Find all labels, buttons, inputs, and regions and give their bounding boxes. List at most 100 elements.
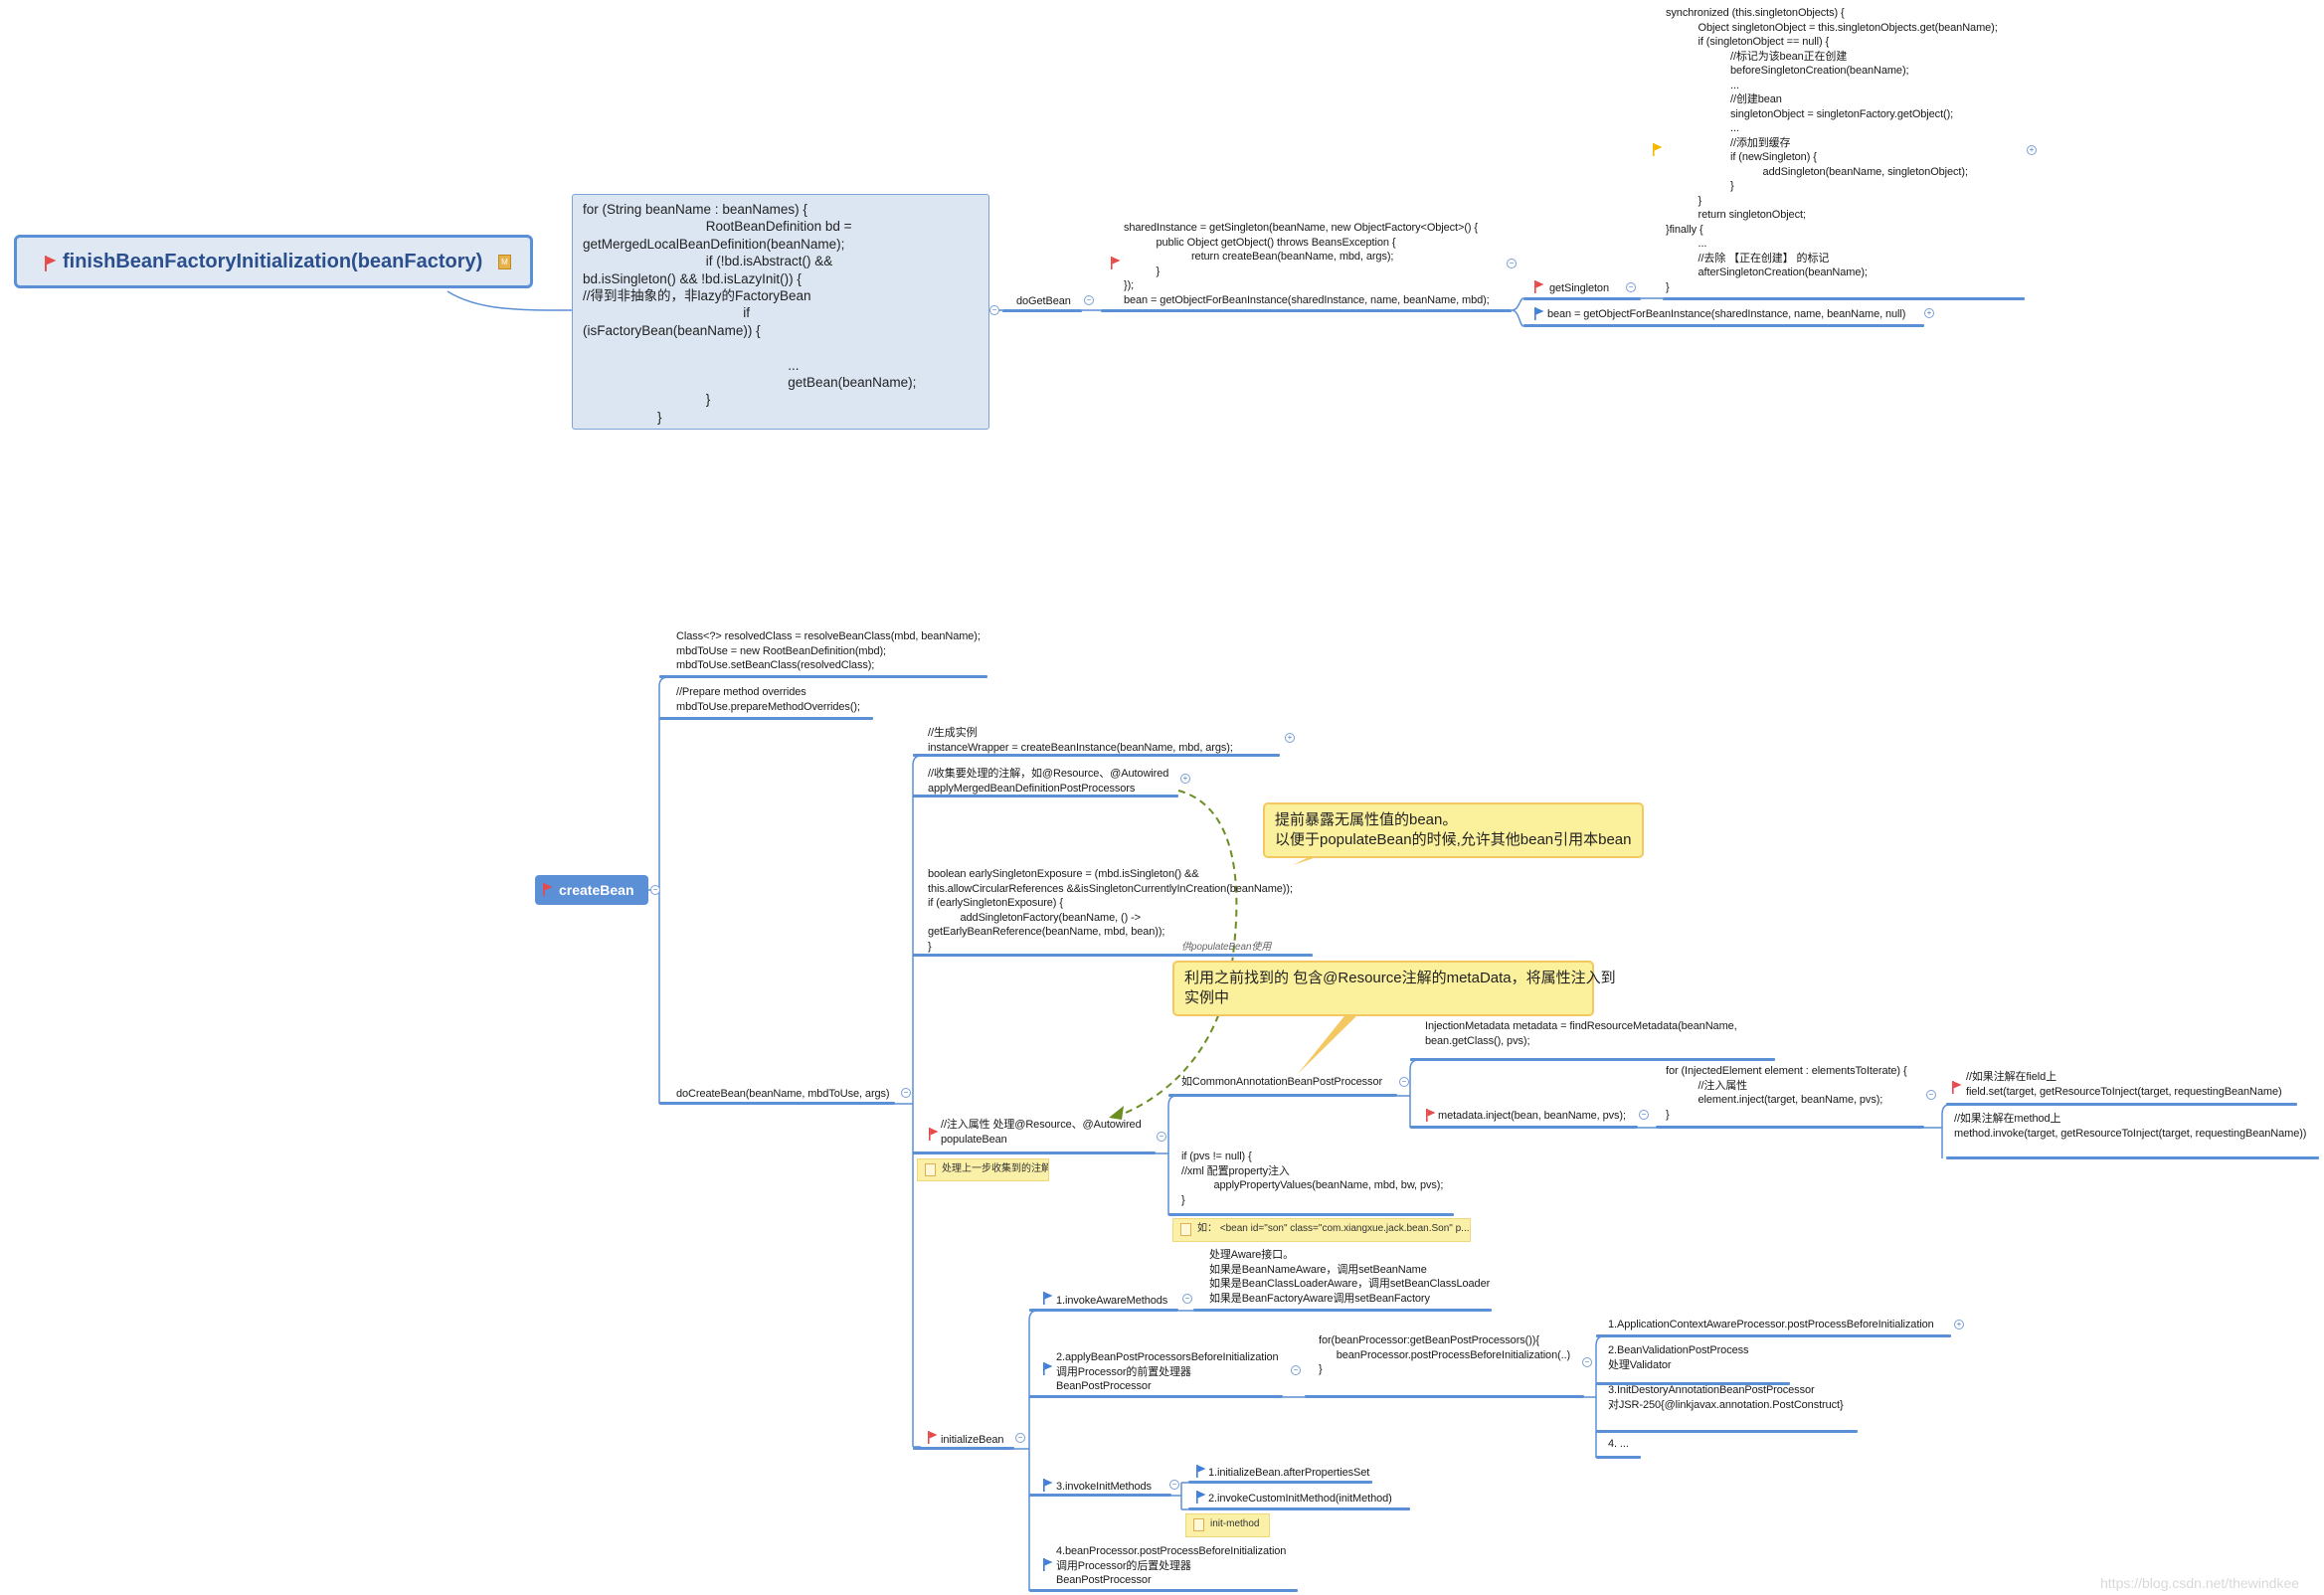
underline bbox=[1410, 1058, 1775, 1061]
processor-item[interactable]: 1.ApplicationContextAwareProcessor.postP… bbox=[1608, 1318, 1934, 1332]
underline bbox=[913, 754, 1280, 757]
underline bbox=[913, 1152, 1156, 1154]
connector-docreatebean-trunk bbox=[895, 755, 922, 1448]
note-text: init-method bbox=[1210, 1518, 1260, 1529]
flag-icon bbox=[1111, 257, 1121, 269]
underline bbox=[659, 675, 987, 678]
watermark: https://blog.csdn.net/thewindkee bbox=[2100, 1575, 2300, 1591]
processor-item[interactable]: 3.InitDestoryAnnotationBeanPostProcessor… bbox=[1608, 1383, 1844, 1412]
node-apply-after[interactable]: 4.beanProcessor.postProcessBeforeInitial… bbox=[1056, 1544, 1286, 1588]
note-icon bbox=[1180, 1223, 1191, 1236]
node-prepare-overrides[interactable]: //Prepare method overrides mbdToUse.prep… bbox=[676, 685, 860, 714]
collapse-icon[interactable]: − bbox=[1182, 1294, 1192, 1304]
underline bbox=[1029, 1589, 1298, 1592]
node-initializebean[interactable]: initializeBean bbox=[941, 1433, 1004, 1448]
node-populatebean[interactable]: //注入属性 处理@Resource、@Autowired populateBe… bbox=[941, 1118, 1142, 1147]
collapse-icon[interactable]: − bbox=[650, 885, 660, 895]
node-get-object-null[interactable]: bean = getObjectForBeanInstance(sharedIn… bbox=[1547, 307, 1905, 322]
expand-icon[interactable]: + bbox=[1285, 733, 1295, 743]
node-apply-before[interactable]: 2.applyBeanPostProcessorsBeforeInitializ… bbox=[1056, 1350, 1279, 1394]
collapse-icon[interactable]: − bbox=[1084, 295, 1094, 305]
expand-icon[interactable]: + bbox=[2027, 145, 2037, 155]
flag-icon bbox=[1534, 280, 1544, 293]
root-node[interactable]: finishBeanFactoryInitialization(beanFact… bbox=[14, 235, 533, 288]
node-before-loop[interactable]: for(beanProcessor:getBeanPostProcessors(… bbox=[1319, 1333, 1570, 1377]
node-aware-desc[interactable]: 处理Aware接口。 如果是BeanNameAware，调用setBeanNam… bbox=[1209, 1248, 1490, 1306]
expand-icon[interactable]: + bbox=[1180, 774, 1190, 784]
collapse-icon[interactable]: − bbox=[1169, 1480, 1179, 1490]
node-method-inject[interactable]: //如果注解在method上 method.invoke(target, get… bbox=[1954, 1112, 2306, 1141]
collapse-icon[interactable]: − bbox=[901, 1088, 911, 1098]
underline bbox=[1946, 1103, 2297, 1106]
node-xml-pvs[interactable]: if (pvs != null) { //xml 配置property注入 ap… bbox=[1181, 1150, 1443, 1207]
underline bbox=[1410, 1126, 1638, 1129]
collapse-icon[interactable]: − bbox=[1926, 1090, 1936, 1100]
collapse-icon[interactable]: − bbox=[1582, 1357, 1592, 1367]
node-shared-instance-code[interactable]: sharedInstance = getSingleton(beanName, … bbox=[1124, 221, 1490, 307]
underline bbox=[913, 1447, 1014, 1450]
node-invoke-aware[interactable]: 1.invokeAwareMethods bbox=[1056, 1294, 1167, 1309]
note-xml[interactable]: 如： <bean id="son" class="com.xiangxue.ja… bbox=[1172, 1218, 1471, 1242]
node-create-instance[interactable]: //生成实例 instanceWrapper = createBeanInsta… bbox=[928, 726, 1233, 755]
note-marker-icon: M bbox=[498, 255, 511, 269]
init-child[interactable]: 2.invokeCustomInitMethod(initMethod) bbox=[1208, 1492, 1392, 1506]
note-icon bbox=[925, 1163, 936, 1176]
connector-populatebean-trunk bbox=[1156, 1095, 1177, 1215]
connector-shared-children bbox=[1511, 297, 1524, 327]
underline bbox=[1101, 309, 1512, 312]
flag-icon bbox=[929, 1128, 939, 1141]
node-find-metadata[interactable]: InjectionMetadata metadata = findResourc… bbox=[1425, 1019, 1737, 1048]
node-docreatebean[interactable]: doCreateBean(beanName, mbdToUse, args) bbox=[676, 1087, 890, 1102]
underline bbox=[659, 717, 873, 720]
flag-icon bbox=[1043, 1479, 1053, 1492]
node-field-inject[interactable]: //如果注解在field上 field.set(target, getResou… bbox=[1966, 1070, 2282, 1099]
node-getsingleton[interactable]: getSingleton bbox=[1549, 281, 1609, 296]
underline bbox=[1596, 1430, 1858, 1433]
node-collect-annotations[interactable]: //收集要处理的注解，如@Resource、@Autowired applyMe… bbox=[928, 767, 1168, 796]
collapse-icon[interactable]: − bbox=[989, 305, 999, 315]
underline bbox=[913, 954, 1313, 957]
flag-icon bbox=[1426, 1109, 1436, 1122]
node-invoke-init[interactable]: 3.invokeInitMethods bbox=[1056, 1480, 1152, 1495]
root-title: finishBeanFactoryInitialization(beanFact… bbox=[63, 251, 483, 272]
expand-icon[interactable]: + bbox=[1924, 308, 1934, 318]
node-createbean[interactable]: createBean bbox=[535, 875, 648, 905]
flag-icon bbox=[1043, 1362, 1053, 1375]
flag-icon bbox=[1534, 307, 1544, 320]
flag-icon bbox=[45, 256, 57, 271]
init-child[interactable]: 1.initializeBean.afterPropertiesSet bbox=[1208, 1466, 1369, 1481]
collapse-icon[interactable]: − bbox=[1157, 1132, 1166, 1142]
callout-metadata-inject[interactable]: 利用之前找到的 包含@Resource注解的metaData，将属性注入到 实例… bbox=[1172, 961, 1616, 1016]
collapse-icon[interactable]: − bbox=[1291, 1365, 1301, 1375]
underline bbox=[913, 795, 1178, 798]
node-common-processor[interactable]: 如CommonAnnotationBeanPostProcessor bbox=[1181, 1075, 1382, 1090]
collapse-icon[interactable]: − bbox=[1626, 282, 1636, 292]
collapse-icon[interactable]: − bbox=[1507, 259, 1517, 268]
processor-item[interactable]: 4. ... bbox=[1608, 1437, 1629, 1452]
flag-icon bbox=[1196, 1491, 1206, 1504]
node-getsingleton-code[interactable]: synchronized (this.singletonObjects) { O… bbox=[1666, 6, 1998, 294]
note-populatebean[interactable]: 处理上一步收集到的注解 bbox=[917, 1158, 1049, 1181]
expand-icon[interactable]: + bbox=[1954, 1320, 1964, 1329]
flag-icon bbox=[1043, 1558, 1053, 1571]
collapse-icon[interactable]: − bbox=[1015, 1433, 1025, 1443]
node-dogetbean[interactable]: doGetBean bbox=[1016, 294, 1071, 309]
collapse-icon[interactable]: − bbox=[1639, 1110, 1649, 1120]
underline bbox=[1188, 1507, 1410, 1510]
collapse-icon[interactable]: − bbox=[1399, 1077, 1409, 1087]
node-resolve-class[interactable]: Class<?> resolvedClass = resolveBeanClas… bbox=[676, 629, 981, 673]
for-loop-code: for (String beanName : beanNames) { Root… bbox=[583, 202, 917, 425]
flag-icon bbox=[1653, 143, 1663, 156]
node-for-elements[interactable]: for (InjectedElement element : elementsT… bbox=[1666, 1064, 1907, 1122]
note-init-method[interactable]: init-method bbox=[1185, 1513, 1270, 1537]
for-loop-code-box[interactable]: for (String beanName : beanNames) { Root… bbox=[572, 194, 989, 430]
node-metadata-inject[interactable]: metadata.inject(bean, beanName, pvs); bbox=[1438, 1109, 1626, 1124]
flag-icon bbox=[928, 1431, 938, 1444]
underline bbox=[1029, 1395, 1283, 1398]
underline bbox=[1193, 1309, 1492, 1312]
underline bbox=[659, 1102, 895, 1105]
processor-item[interactable]: 2.BeanValidationPostProcess 处理Validator bbox=[1608, 1343, 1749, 1372]
underline bbox=[1523, 297, 1641, 300]
underline bbox=[1002, 309, 1082, 312]
callout-early-expose[interactable]: 提前暴露无属性值的bean。 以便于populateBean的时候,允许其他be… bbox=[1263, 802, 1644, 858]
